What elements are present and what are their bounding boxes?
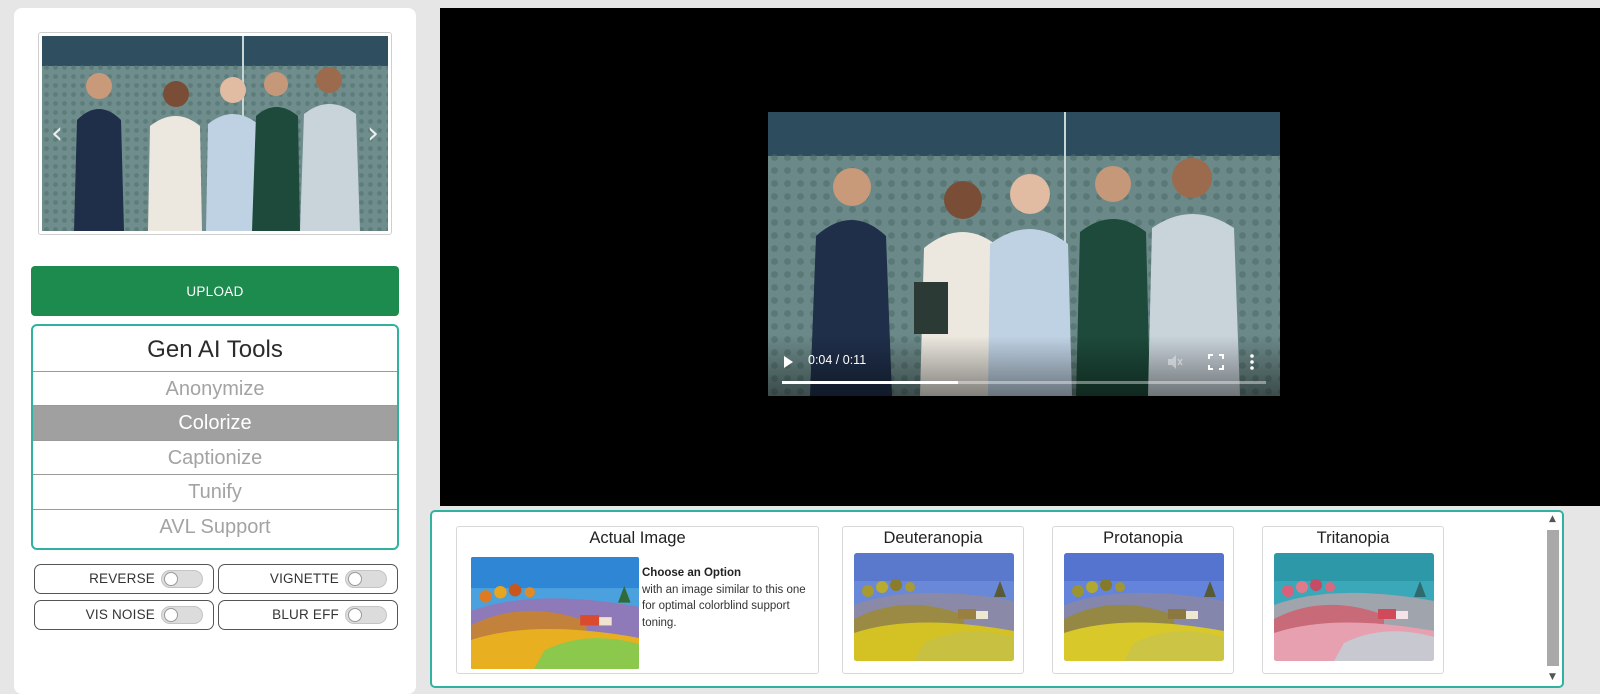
- fullscreen-icon[interactable]: [1208, 354, 1224, 370]
- time-display: 0:04 / 0:11: [808, 353, 867, 367]
- carousel-image: ‹ ›: [42, 36, 388, 231]
- card-title: Protanopia: [1103, 529, 1183, 547]
- tool-colorize[interactable]: Colorize: [33, 406, 397, 441]
- description-body: with an image similar to this one for op…: [642, 583, 806, 630]
- toggle-label: REVERSE: [89, 571, 155, 586]
- vignette-switch[interactable]: [345, 570, 387, 588]
- volume-muted-icon[interactable]: [1166, 353, 1184, 371]
- switch-knob: [348, 572, 362, 586]
- video-frame[interactable]: 0:04 / 0:11: [768, 112, 1280, 396]
- toggle-blur-eff: BLUR EFF: [218, 600, 398, 630]
- toggle-vignette: VIGNETTE: [218, 564, 398, 594]
- chevron-right-icon[interactable]: ›: [362, 116, 384, 152]
- video-controls: 0:04 / 0:11: [768, 336, 1280, 396]
- toggle-label: BLUR EFF: [272, 607, 339, 622]
- tritanopia-image: [1274, 553, 1434, 661]
- card-title: Actual Image: [589, 529, 686, 547]
- description-title: Choose an Option: [642, 567, 742, 579]
- deuteranopia-card[interactable]: Deuteranopia: [842, 526, 1024, 674]
- tritanopia-card[interactable]: Tritanopia: [1262, 526, 1444, 674]
- actual-image-description: Choose an Option with an image similar t…: [642, 565, 812, 632]
- gen-ai-tools-menu: Gen AI Tools Anonymize Colorize Captioni…: [31, 324, 399, 550]
- vis-noise-switch[interactable]: [161, 606, 203, 624]
- protanopia-image: [1064, 553, 1224, 661]
- protanopia-card[interactable]: Protanopia: [1052, 526, 1234, 674]
- video-player: 0:04 / 0:11: [440, 8, 1600, 506]
- toggle-label: VIS NOISE: [85, 607, 155, 622]
- scroll-down-icon[interactable]: ▼: [1549, 672, 1556, 682]
- colorblind-options-panel: Actual Image Choose an Option with an im…: [430, 510, 1564, 688]
- tools-title: Gen AI Tools: [33, 326, 397, 372]
- toggle-reverse: REVERSE: [34, 564, 214, 594]
- actual-image: [471, 557, 639, 669]
- tool-captionize[interactable]: Captionize: [33, 441, 397, 476]
- tool-tunify[interactable]: Tunify: [33, 475, 397, 510]
- blur-eff-switch[interactable]: [345, 606, 387, 624]
- play-icon[interactable]: [780, 354, 796, 370]
- tool-avl-support[interactable]: AVL Support: [33, 510, 397, 544]
- panel-scrollbar[interactable]: ▲ ▼: [1546, 514, 1560, 682]
- scroll-up-icon[interactable]: ▲: [1549, 514, 1556, 524]
- upload-button[interactable]: UPLOAD: [31, 266, 399, 316]
- tool-anonymize[interactable]: Anonymize: [33, 372, 397, 407]
- scroll-thumb[interactable]: [1547, 530, 1559, 666]
- deuteranopia-image: [854, 553, 1014, 661]
- card-title: Deuteranopia: [883, 529, 983, 547]
- switch-knob: [164, 572, 178, 586]
- toggle-label: VIGNETTE: [269, 571, 339, 586]
- switch-knob: [348, 608, 362, 622]
- left-panel: ‹ › UPLOAD Gen AI Tools Anonymize Colori…: [14, 8, 416, 694]
- more-vertical-icon[interactable]: [1246, 352, 1258, 372]
- toggle-vis-noise: VIS NOISE: [34, 600, 214, 630]
- actual-image-card[interactable]: Actual Image Choose an Option with an im…: [456, 526, 819, 674]
- chevron-left-icon[interactable]: ‹: [46, 116, 68, 152]
- reverse-switch[interactable]: [161, 570, 203, 588]
- video-progress-bar[interactable]: [782, 381, 1266, 384]
- switch-knob: [164, 608, 178, 622]
- card-title: Tritanopia: [1316, 529, 1390, 547]
- image-carousel: ‹ ›: [38, 32, 392, 235]
- progress-fill: [782, 381, 959, 384]
